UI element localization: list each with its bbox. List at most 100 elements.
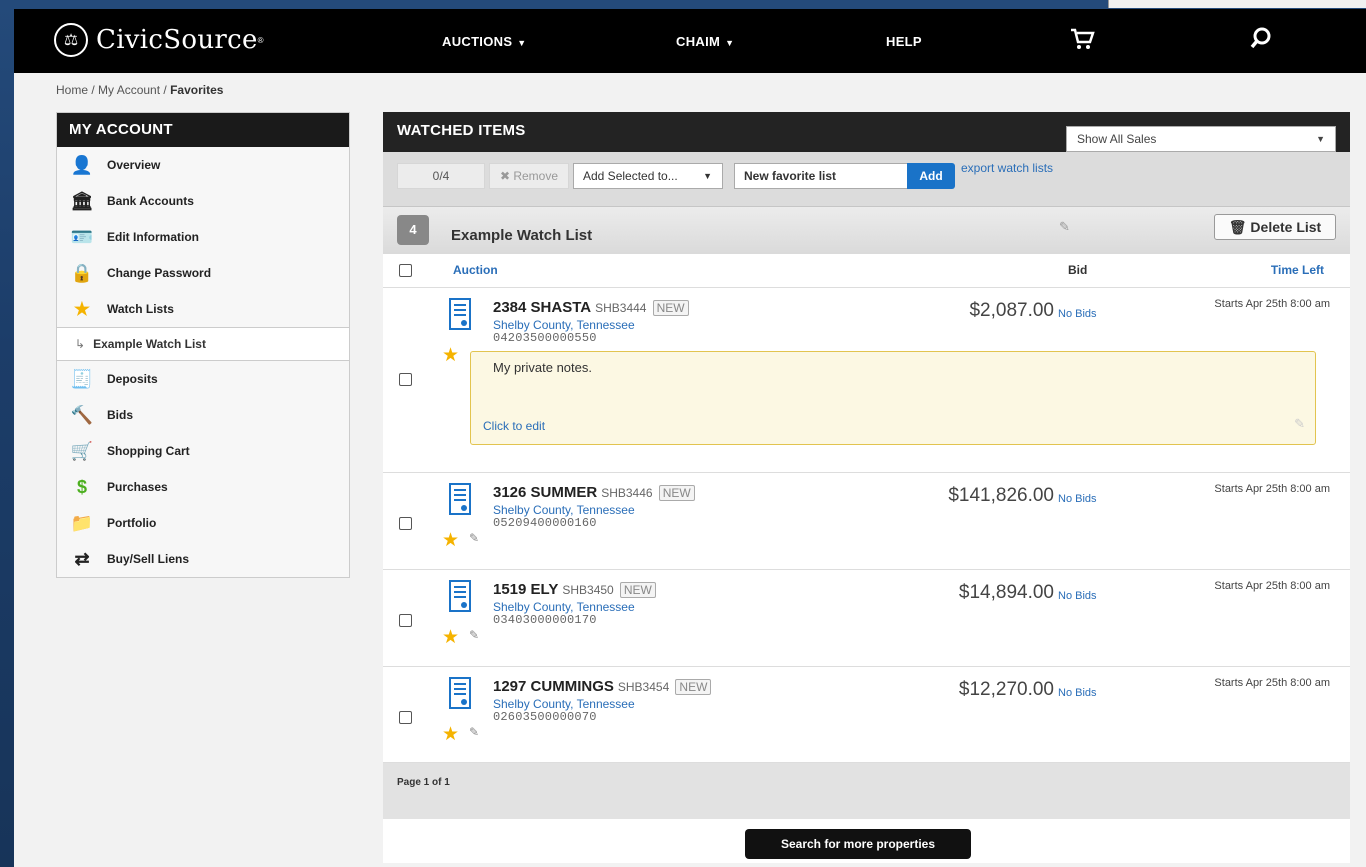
export-watch-lists-link[interactable]: export watch lists [961,161,1053,175]
add-list-button[interactable]: Add [907,163,955,189]
sales-filter-value: Show All Sales [1077,132,1157,146]
edit-note-icon[interactable]: ✎ [469,725,479,739]
page-indicator: Page 1 of 1 [397,777,450,788]
item-bids[interactable]: No Bids [1058,493,1097,505]
col-auction[interactable]: Auction [453,263,498,277]
pagination: Page 1 of 1 [383,763,1350,819]
item-county[interactable]: Shelby County, Tennessee [493,503,635,517]
page: ⚖ CivicSource ® AUCTIONS ▼ CHAIM ▼ HELP Hom… [14,9,1366,867]
new-badge: NEW [658,485,695,501]
item-county[interactable]: Shelby County, Tennessee [493,318,635,332]
browser-tab-stub [1108,0,1366,8]
item-title[interactable]: 1519 ELY SHB3450 NEW [493,581,656,598]
col-time-left[interactable]: Time Left [1271,263,1324,277]
lock-icon: 🔒 [70,262,94,283]
document-icon [449,298,471,330]
breadcrumb-home[interactable]: Home [56,83,88,97]
item-price: $12,270.00 [958,679,1054,700]
sidebar-item-change-password[interactable]: 🔒 Change Password [57,255,349,291]
nav-help[interactable]: HELP [886,34,922,49]
chevron-down-icon: ▼ [517,38,527,48]
breadcrumb-account[interactable]: My Account [98,83,160,97]
selected-count: 0/4 [397,163,485,189]
delete-list-button[interactable]: 🗑 Delete List [1214,214,1336,240]
select-all-checkbox[interactable] [399,264,412,277]
person-icon: 👤 [70,154,94,175]
search-more-properties-button[interactable]: Search for more properties [745,829,971,859]
sidebar-item-label: Change Password [107,266,212,280]
nav-user-menu[interactable]: CHAIM ▼ [676,34,734,49]
star-icon[interactable]: ★ [442,626,459,649]
sales-filter-select[interactable]: Show All Sales ▼ [1066,126,1336,152]
nav-user-label: CHAIM [676,34,721,49]
item-title[interactable]: 1297 CUMMINGS SHB3454 NEW [493,678,712,695]
sidebar-item-watch-lists[interactable]: ★ Watch Lists [57,291,349,327]
star-icon[interactable]: ★ [442,529,459,552]
column-header: Auction Bid Time Left [383,254,1350,288]
nav-auctions[interactable]: AUCTIONS ▼ [442,34,527,49]
item-parcel: 02603500000070 [493,710,597,724]
item-checkbox[interactable] [399,711,412,724]
item-address: 3126 SUMMER [493,484,598,501]
list-item: ★ ✎ 1519 ELY SHB3450 NEW Shelby County, T… [383,570,1350,667]
edit-list-name-icon[interactable]: ✎ [1059,219,1070,235]
close-icon: ✖ [499,169,514,183]
item-checkbox[interactable] [399,517,412,530]
document-icon [449,580,471,612]
sidebar-item-purchases[interactable]: $ Purchases [57,469,349,505]
star-icon: ★ [73,298,91,319]
breadcrumb-current: Favorites [170,83,224,97]
sidebar-item-portfolio[interactable]: 📁 Portfolio [57,505,349,541]
sidebar-item-bank-accounts[interactable]: 🏛 Bank Accounts [57,183,349,219]
chevron-down-icon: ▼ [703,171,712,181]
sidebar-item-label: Purchases [107,480,168,494]
item-checkbox[interactable] [399,373,412,386]
edit-note-icon[interactable]: ✎ [469,531,479,545]
private-note[interactable]: My private notes. Click to edit ✎ [470,351,1316,445]
logo[interactable]: ⚖ CivicSource ® [54,23,264,57]
remove-button[interactable]: ✖ Remove [489,163,569,189]
sidebar-subitem-example-watch-list[interactable]: ↳ Example Watch List [57,327,349,361]
gavel-icon: 🔨 [70,404,94,425]
item-bids[interactable]: No Bids [1058,590,1097,602]
item-title[interactable]: 3126 SUMMER SHB3446 NEW [493,484,695,501]
note-edit-link[interactable]: Click to edit [483,419,545,433]
sidebar-item-buy-sell-liens[interactable]: ⇄ Buy/Sell Liens [57,541,349,577]
star-icon[interactable]: ★ [442,723,459,746]
sidebar-item-label: Bids [107,408,134,422]
add-selected-select[interactable]: Add Selected to... ▼ [573,163,723,189]
document-icon [449,483,471,515]
delete-list-label: Delete List [1250,219,1322,235]
breadcrumb: Home / My Account / Favorites [56,83,224,97]
item-parcel: 05209400000160 [493,516,597,530]
new-favorite-list-input[interactable]: New favorite list [734,163,908,189]
cart-icon[interactable] [1069,27,1095,57]
item-title[interactable]: 2384 SHASTA SHB3444 NEW [493,299,689,316]
item-bids[interactable]: No Bids [1058,308,1097,320]
edit-note-icon[interactable]: ✎ [469,628,479,642]
sub-arrow-icon: ↳ [75,337,86,351]
item-price: $14,894.00 [958,582,1054,603]
item-address: 2384 SHASTA [493,299,592,316]
col-bid: Bid [1068,263,1088,277]
gavel-logo-icon: ⚖ [54,23,88,57]
item-time-left: Starts Apr 25th 8:00 am [1214,298,1330,310]
item-county[interactable]: Shelby County, Tennessee [493,600,635,614]
watch-toolbar: 0/4 ✖ Remove Add Selected to... ▼ New fav… [383,152,1350,206]
item-checkbox[interactable] [399,614,412,627]
sidebar-item-label: Deposits [107,372,158,386]
item-time-left: Starts Apr 25th 8:00 am [1214,677,1330,689]
sidebar-item-overview[interactable]: 👤 Overview [57,147,349,183]
item-bids[interactable]: No Bids [1058,687,1097,699]
item-county[interactable]: Shelby County, Tennessee [493,697,635,711]
dollar-icon: $ [76,476,87,497]
item-code: SHB3446 [601,486,653,500]
swap-icon: ⇄ [74,548,90,569]
deposit-icon: 🧾 [70,368,94,389]
sidebar-item-deposits[interactable]: 🧾 Deposits [57,361,349,397]
search-icon[interactable] [1250,27,1272,55]
sidebar-item-bids[interactable]: 🔨 Bids [57,397,349,433]
star-icon[interactable]: ★ [442,344,459,367]
sidebar-item-shopping-cart[interactable]: 🛒 Shopping Cart [57,433,349,469]
sidebar-item-edit-information[interactable]: 🪪 Edit Information [57,219,349,255]
